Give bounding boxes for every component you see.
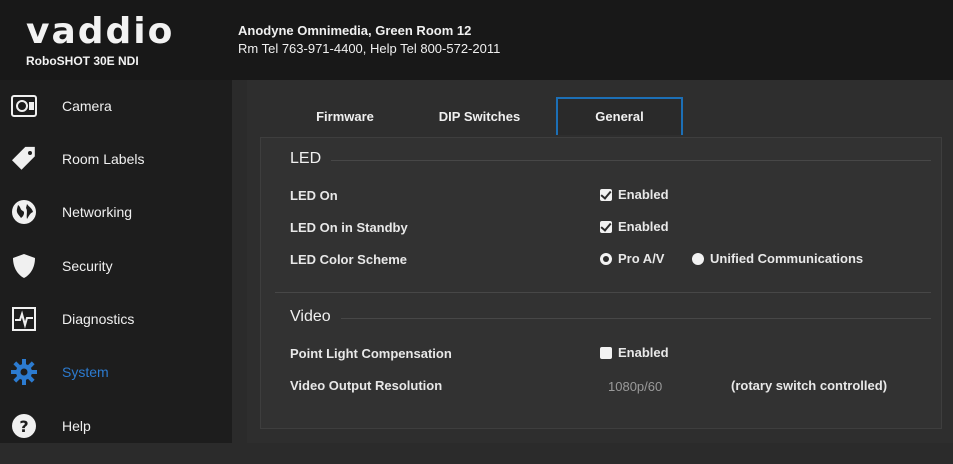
sidebar-item-label: Security: [62, 258, 113, 274]
checkbox-unchecked-icon[interactable]: [600, 346, 612, 359]
sidebar-item-camera[interactable]: Camera: [0, 92, 232, 144]
sidebar-item-diagnostics[interactable]: Diagnostics: [0, 305, 232, 357]
video-resolution-label: Video Output Resolution: [290, 378, 443, 393]
pulse-icon: [10, 305, 38, 333]
led-on-value: Enabled: [618, 187, 669, 202]
video-section-title: Video: [290, 308, 331, 325]
section-separator: [275, 292, 931, 293]
led-standby-label: LED On in Standby: [290, 220, 408, 235]
sidebar-nav: Camera Room Labels Networking Security D…: [0, 80, 232, 443]
sidebar-item-networking[interactable]: Networking: [0, 198, 232, 250]
header-bar: vaddio RoboSHOT 30E NDI Anodyne Omnimedi…: [0, 0, 953, 80]
led-color-scheme-label: LED Color Scheme: [290, 252, 408, 267]
checkbox-checked-icon[interactable]: [600, 188, 612, 201]
tab-general[interactable]: General: [556, 97, 683, 135]
general-settings-panel: LED LED On Enabled LED On in Standby Ena…: [260, 137, 942, 429]
sidebar-item-system[interactable]: System: [0, 358, 232, 410]
sidebar-item-help[interactable]: ? Help: [0, 412, 232, 464]
checkbox-checked-icon[interactable]: [600, 220, 612, 233]
room-info: Anodyne Omnimedia, Green Room 12 Rm Tel …: [238, 22, 500, 58]
led-standby-checkbox[interactable]: Enabled: [600, 219, 669, 234]
led-on-label: LED On: [290, 188, 338, 203]
room-contact: Rm Tel 763-971-4400, Help Tel 800-572-20…: [238, 41, 501, 56]
logo-wordmark: vaddio: [26, 11, 175, 52]
video-resolution-value: 1080p/60: [608, 379, 663, 394]
globe-icon: [10, 198, 38, 226]
room-name: Anodyne Omnimedia, Green Room 12: [238, 23, 472, 38]
led-on-checkbox[interactable]: Enabled: [600, 187, 669, 202]
led-standby-value: Enabled: [618, 219, 669, 234]
sidebar-item-security[interactable]: Security: [0, 252, 232, 304]
sidebar-item-label: Room Labels: [62, 151, 145, 167]
shield-icon: [10, 252, 38, 280]
plc-checkbox[interactable]: Enabled: [600, 345, 669, 360]
tag-icon: [10, 145, 38, 173]
led-section-title: LED: [290, 150, 322, 167]
vaddio-logo: vaddio RoboSHOT 30E NDI: [0, 0, 232, 80]
svg-text:?: ?: [19, 417, 28, 436]
sidebar-item-label: Help: [62, 418, 91, 434]
tab-dip-switches[interactable]: DIP Switches: [417, 99, 542, 135]
radio-unified-communications[interactable]: Unified Communications: [692, 251, 863, 266]
sidebar-item-label: Camera: [62, 98, 112, 114]
radio-pro-av[interactable]: Pro A/V: [600, 251, 664, 266]
tab-firmware[interactable]: Firmware: [295, 99, 395, 135]
radio-unselected-icon[interactable]: [692, 252, 704, 265]
sidebar-item-label: System: [62, 364, 109, 380]
radio-unified-label: Unified Communications: [710, 251, 864, 266]
plc-label: Point Light Compensation: [290, 346, 452, 361]
sidebar-item-label: Diagnostics: [62, 311, 135, 327]
device-model: RoboSHOT 30E NDI: [26, 54, 139, 68]
radio-selected-icon[interactable]: [600, 252, 612, 265]
sidebar-item-room-labels[interactable]: Room Labels: [0, 145, 232, 197]
help-icon: ?: [10, 412, 38, 440]
gear-icon: [10, 358, 38, 386]
main-content: Firmware DIP Switches General LED LED On…: [247, 80, 953, 443]
rotary-switch-note: (rotary switch controlled): [731, 378, 888, 393]
led-section-divider: [331, 160, 931, 161]
camera-icon: [10, 92, 38, 120]
sidebar-item-label: Networking: [62, 204, 133, 220]
radio-pro-av-label: Pro A/V: [618, 251, 665, 266]
plc-value: Enabled: [618, 345, 669, 360]
video-section-divider: [341, 318, 931, 319]
